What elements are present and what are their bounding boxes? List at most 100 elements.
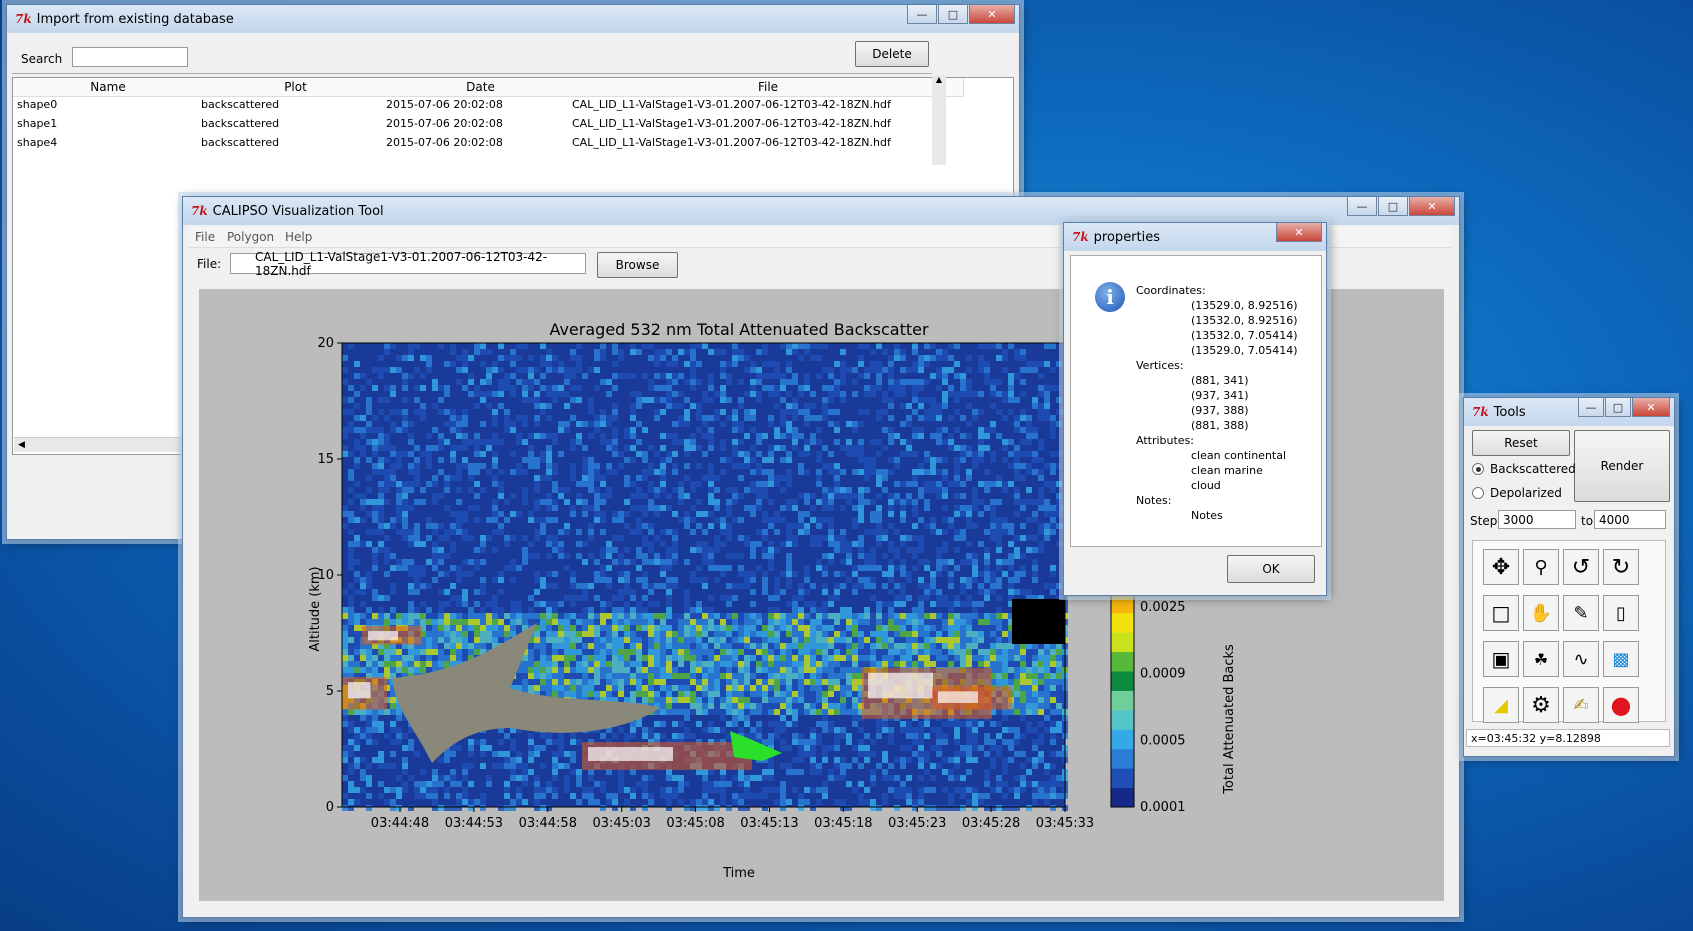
heatmap-cell <box>750 391 756 397</box>
heatmap-cell <box>744 415 750 421</box>
heatmap-cell <box>858 631 864 637</box>
heatmap-cell <box>846 553 852 559</box>
heatmap-cell <box>504 757 510 763</box>
heatmap-cell <box>852 445 858 451</box>
heatmap-cell <box>900 559 906 565</box>
close-icon[interactable]: ✕ <box>969 5 1015 24</box>
heatmap-cell <box>762 667 768 673</box>
heatmap-cell <box>378 511 384 517</box>
heatmap-cell <box>438 649 444 655</box>
heatmap-cell <box>672 421 678 427</box>
heatmap-cell <box>444 601 450 607</box>
heatmap-cell <box>984 649 990 655</box>
heatmap-cell <box>1002 739 1008 745</box>
menu-polygon[interactable]: Polygon <box>227 230 274 244</box>
column-plot[interactable]: Plot <box>203 78 389 97</box>
heatmap-cell <box>834 727 840 733</box>
heatmap-cell <box>456 631 462 637</box>
close-icon[interactable]: ✕ <box>1409 197 1455 216</box>
heatmap-cell <box>822 637 828 643</box>
heatmap-cell <box>540 763 546 769</box>
heatmap-cell <box>972 559 978 565</box>
heatmap-cell <box>882 475 888 481</box>
heatmap-cell <box>504 613 510 619</box>
heatmap-cell <box>546 493 552 499</box>
heatmap-cell <box>432 385 438 391</box>
heatmap-cell <box>354 559 360 565</box>
menu-help[interactable]: Help <box>285 230 312 244</box>
heatmap-cell <box>942 595 948 601</box>
heatmap-cell <box>828 529 834 535</box>
heatmap-cell <box>810 709 816 715</box>
heatmap-cell <box>1020 553 1026 559</box>
heatmap-cell <box>750 679 756 685</box>
search-input[interactable] <box>72 47 188 67</box>
heatmap-cell <box>570 631 576 637</box>
heatmap-cell <box>942 547 948 553</box>
heatmap-cell <box>1020 415 1026 421</box>
heatmap-cell <box>828 367 834 373</box>
heatmap-cell <box>864 649 870 655</box>
heatmap-cell <box>882 391 888 397</box>
heatmap-cell <box>858 487 864 493</box>
menu-file[interactable]: File <box>195 230 215 244</box>
file-path-field[interactable]: CAL_LID_L1-ValStage1-V3-01.2007-06-12T03… <box>230 250 586 278</box>
heatmap-cell <box>570 625 576 631</box>
heatmap-cell <box>888 649 894 655</box>
heatmap-cell <box>600 577 606 583</box>
heatmap-cell <box>1014 553 1020 559</box>
heatmap-cell <box>558 643 564 649</box>
maximize-icon[interactable]: □ <box>1378 197 1408 216</box>
heatmap-cell <box>588 481 594 487</box>
heatmap-cell <box>924 757 930 763</box>
heatmap-cell <box>354 757 360 763</box>
heatmap-cell <box>780 697 786 703</box>
browse-button[interactable]: Browse <box>597 252 678 278</box>
vertical-scrollbar[interactable]: ▲ <box>932 75 946 165</box>
heatmap-cell <box>684 613 690 619</box>
heatmap-cell <box>990 535 996 541</box>
heatmap-cell <box>876 409 882 415</box>
heatmap-cell <box>936 727 942 733</box>
import-titlebar[interactable]: 7k Import from existing database — □ ✕ <box>7 5 1019 33</box>
horizontal-scrollbar[interactable]: ◀ <box>14 437 183 452</box>
heatmap-image[interactable] <box>342 343 1068 811</box>
heatmap-cell <box>966 445 972 451</box>
heatmap-cell <box>648 385 654 391</box>
heatmap-cell <box>666 397 672 403</box>
heatmap-cell <box>456 367 462 373</box>
heatmap-cell <box>690 385 696 391</box>
column-date[interactable]: Date <box>388 78 574 97</box>
heatmap-cell <box>840 583 846 589</box>
heatmap-cell <box>396 481 402 487</box>
heatmap-cell <box>444 631 450 637</box>
column-name[interactable]: Name <box>13 78 204 97</box>
heatmap-cell <box>912 511 918 517</box>
heatmap-cell <box>438 607 444 613</box>
heatmap-cell <box>768 499 774 505</box>
heatmap-cell <box>966 595 972 601</box>
heatmap-cell <box>864 529 870 535</box>
heatmap-cell <box>852 427 858 433</box>
heatmap-cell <box>960 745 966 751</box>
heatmap-cell <box>738 475 744 481</box>
heatmap-cell <box>804 403 810 409</box>
delete-button[interactable]: Delete <box>855 41 929 67</box>
heatmap-cell <box>816 613 822 619</box>
heatmap-cell <box>738 517 744 523</box>
heatmap-cell <box>366 571 372 577</box>
minimize-icon[interactable]: — <box>1347 197 1377 216</box>
column-file[interactable]: File <box>573 78 964 97</box>
heatmap-cell <box>876 415 882 421</box>
heatmap-cell <box>948 391 954 397</box>
minimize-icon[interactable]: — <box>907 5 937 24</box>
heatmap-cell <box>600 685 606 691</box>
maximize-icon[interactable]: □ <box>938 5 968 24</box>
calipso-titlebar[interactable]: 7k CALIPSO Visualization Tool — □ ✕ <box>183 197 1459 225</box>
heatmap-cell <box>1026 697 1032 703</box>
heatmap-cell <box>768 721 774 727</box>
heatmap-cell <box>828 619 834 625</box>
heatmap-cell <box>666 655 672 661</box>
heatmap-cell <box>924 649 930 655</box>
heatmap-cell <box>894 391 900 397</box>
